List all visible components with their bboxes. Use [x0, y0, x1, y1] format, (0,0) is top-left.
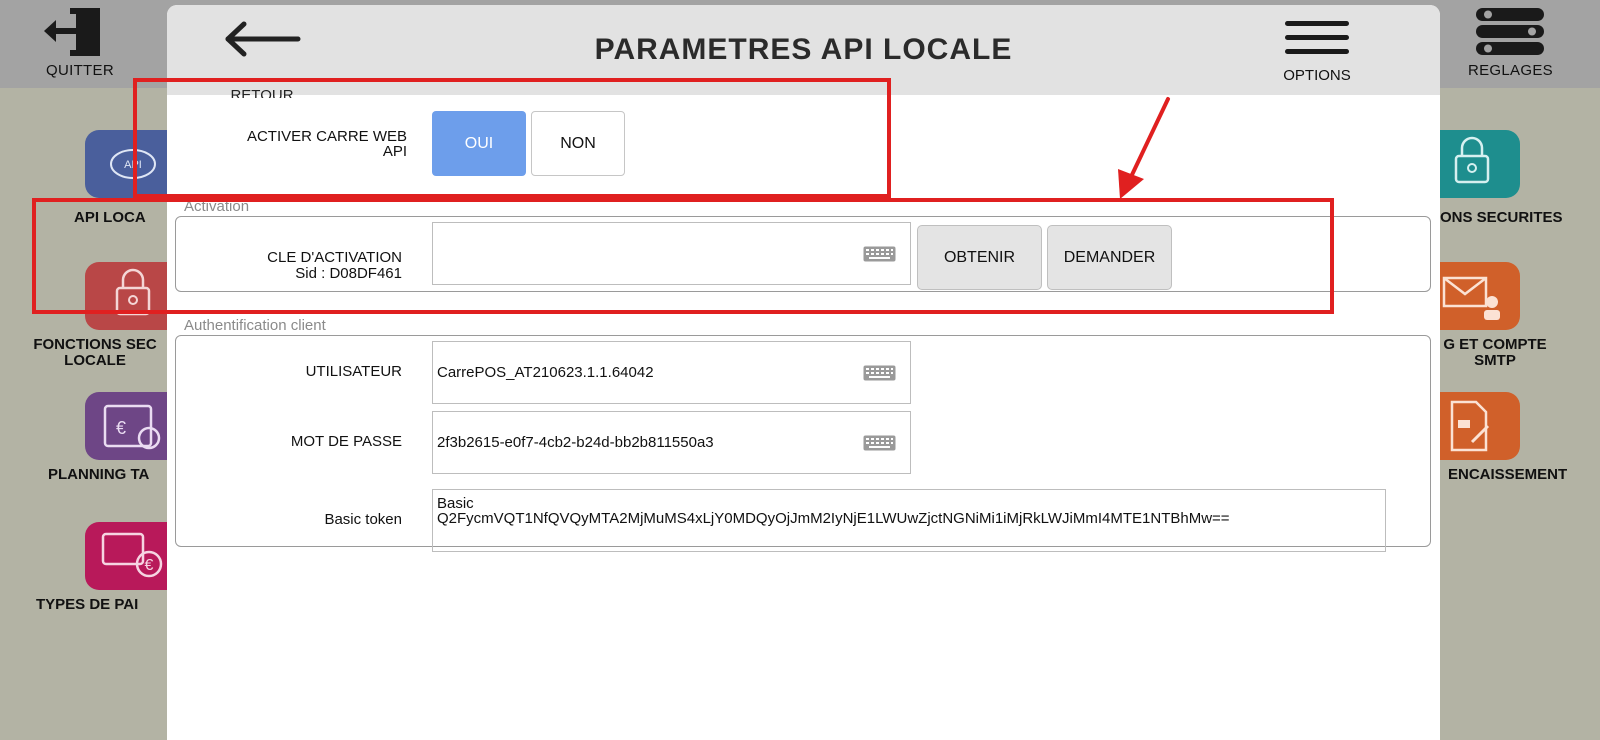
password-label: MOT DE PASSE	[290, 433, 402, 450]
payment-types-tile-label: TYPES DE PAI	[36, 596, 139, 613]
planning-tile-text: €	[116, 418, 126, 438]
user-input[interactable]: CarrePOS_AT210623.1.1.64042	[432, 341, 911, 404]
basic-token-field[interactable]: Basic Q2FycmVQT1NfQVQyMTA2MjMuMS4xLjY0MD…	[432, 489, 1386, 552]
auth-legend: Authentification client	[184, 317, 326, 334]
annotation-rect-web-api	[133, 78, 891, 198]
settings-button[interactable]: REGLAGES	[1468, 6, 1553, 79]
user-value: CarrePOS_AT210623.1.1.64042	[437, 364, 654, 381]
options-label: OPTIONS	[1283, 67, 1351, 84]
hamburger-menu-icon	[1285, 21, 1349, 54]
smtp-tile-label: G ET COMPTE SMTP	[1443, 336, 1547, 369]
cashing-tile-label: ENCAISSEMENT	[1448, 466, 1568, 483]
payment-tile-text: €	[145, 557, 154, 574]
planning-tile-label: PLANNING TA	[48, 466, 150, 483]
user-label: UTILISATEUR	[305, 363, 402, 380]
password-input[interactable]: 2f3b2615-e0f7-4cb2-b24d-bb2b811550a3	[432, 411, 911, 474]
toggles-icon	[1476, 8, 1545, 55]
annotation-rect-activation	[32, 198, 1334, 314]
page-title: PARAMETRES API LOCALE	[594, 33, 1013, 66]
local-security-tile-label: FONCTIONS SEC LOCALE	[33, 336, 157, 369]
quit-button[interactable]: QUITTER	[40, 6, 120, 79]
password-value: 2f3b2615-e0f7-4cb2-b24d-bb2b811550a3	[437, 434, 714, 451]
keyboard-icon[interactable]	[863, 435, 896, 451]
annotation-arrow-icon	[1118, 97, 1170, 199]
exit-door-icon	[44, 8, 100, 56]
options-button[interactable]: OPTIONS	[1272, 19, 1362, 95]
quit-label: QUITTER	[46, 62, 114, 79]
keyboard-icon[interactable]	[863, 365, 896, 381]
token-label: Basic token	[324, 511, 402, 528]
settings-label: REGLAGES	[1468, 62, 1553, 79]
security-options-tile-label: ONS SECURITES	[1440, 209, 1563, 226]
